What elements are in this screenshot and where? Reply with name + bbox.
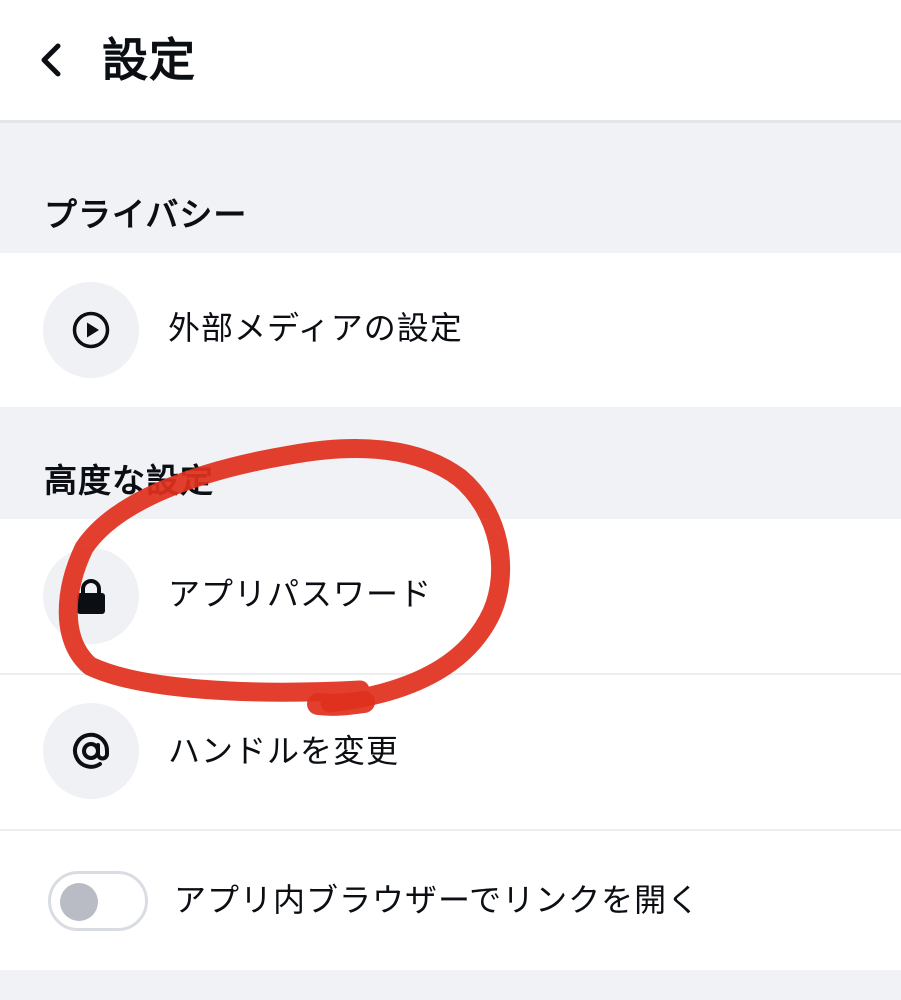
page-title: 設定 (102, 33, 196, 87)
icon-circle (43, 282, 139, 378)
app-passwords-label: アプリパスワード (168, 575, 433, 613)
toggle-knob (60, 883, 98, 921)
external-media-settings-row[interactable]: 外部メディアの設定 (0, 253, 901, 407)
top-bar: 設定 (0, 0, 901, 120)
section-heading-privacy: プライバシー (44, 195, 248, 234)
app-passwords-row[interactable]: アプリパスワード (0, 519, 901, 673)
in-app-browser-label: アプリ内ブラウザーでリンクを開く (174, 881, 701, 919)
lock-icon (77, 579, 105, 614)
advanced-section-header: 高度な設定 (0, 407, 901, 519)
privacy-section-header: プライバシー (0, 123, 901, 253)
change-handle-label: ハンドルを変更 (168, 732, 400, 770)
in-app-browser-row[interactable]: アプリ内ブラウザーでリンクを開く (0, 831, 901, 970)
icon-circle (43, 703, 139, 799)
external-media-settings-label: 外部メディアの設定 (168, 309, 463, 347)
icon-circle (43, 548, 139, 644)
at-sign-icon (73, 732, 110, 769)
back-button[interactable] (30, 38, 70, 82)
change-handle-row[interactable]: ハンドルを変更 (0, 675, 901, 829)
section-heading-advanced: 高度な設定 (44, 461, 214, 500)
play-circle-icon (72, 311, 110, 349)
in-app-browser-toggle[interactable] (48, 871, 148, 931)
chevron-left-icon (41, 43, 61, 77)
next-section-band (0, 970, 901, 1000)
